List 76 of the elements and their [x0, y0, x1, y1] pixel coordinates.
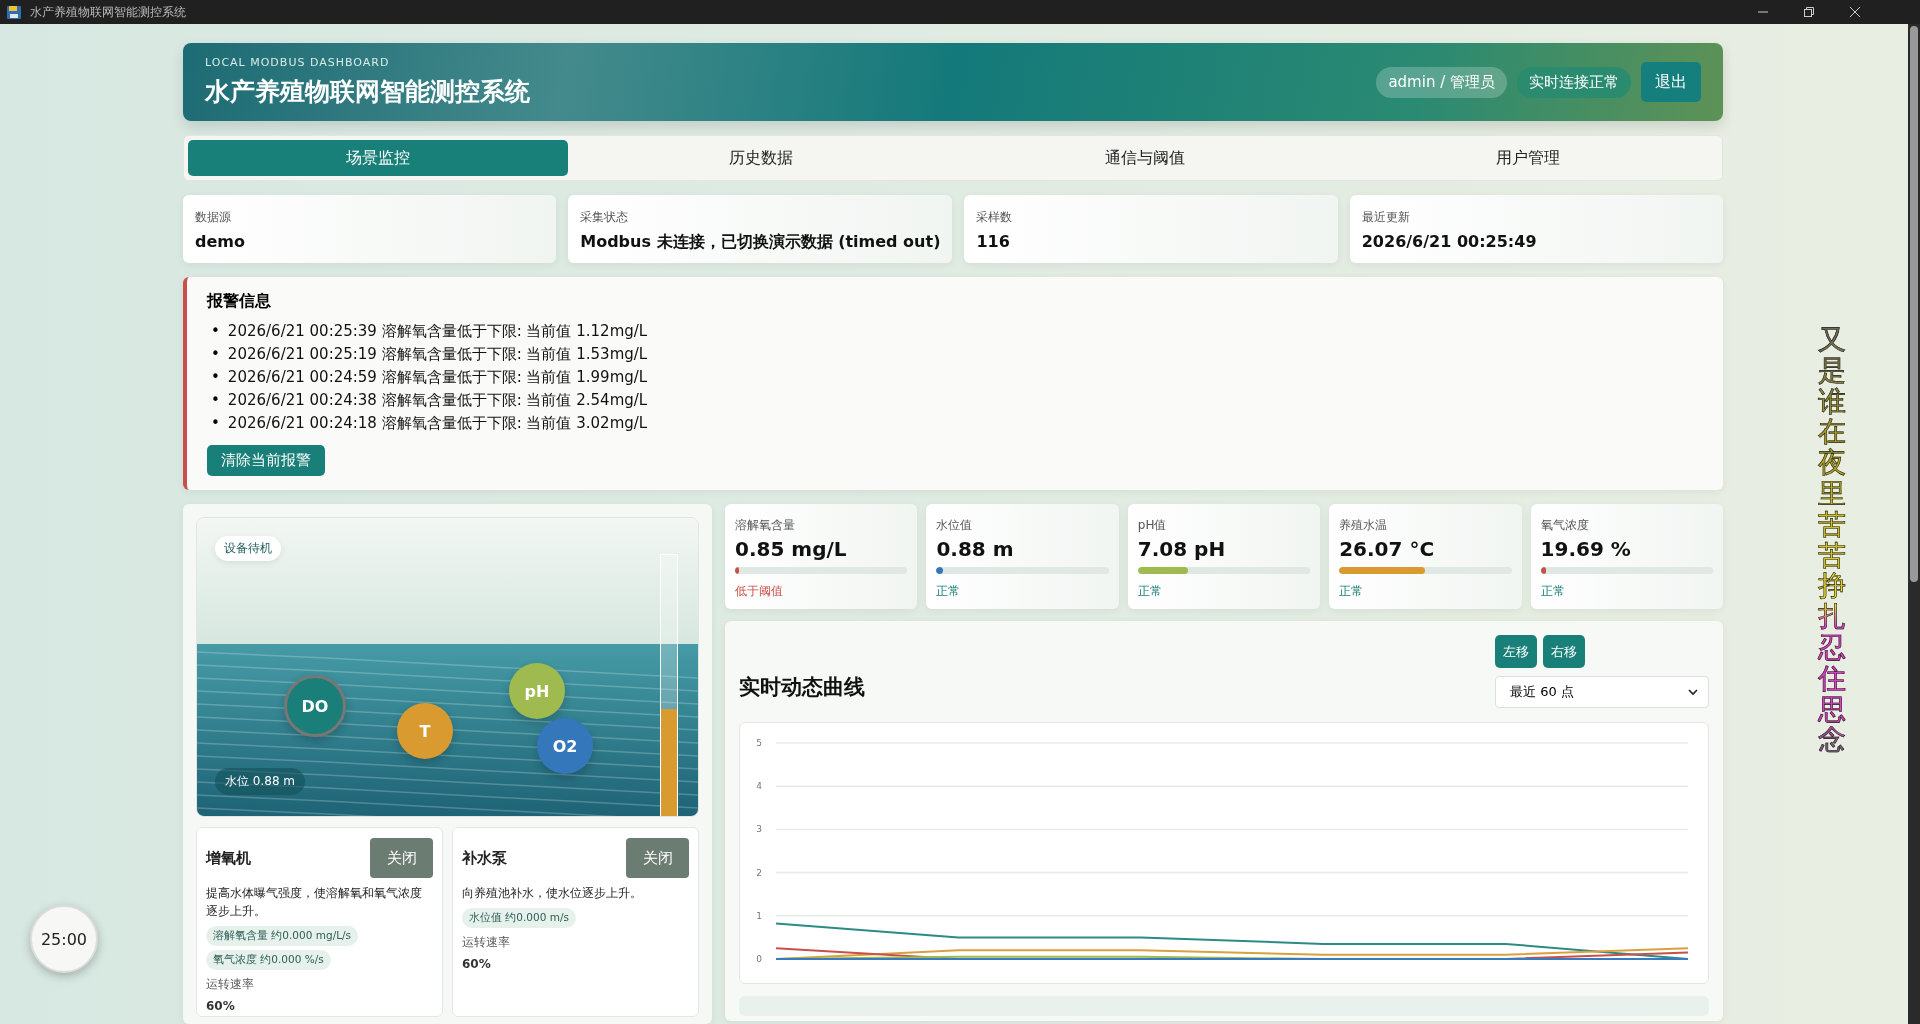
clear-alerts-button[interactable]: 清除当前报警: [207, 445, 325, 476]
alert-item: 2026/6/21 00:25:39 溶解氧含量低于下限: 当前值 1.12mg/L: [227, 321, 648, 342]
bullet: •: [211, 321, 220, 342]
shift-right-button[interactable]: 右移: [1543, 635, 1585, 668]
metric-value: 26.07 °C: [1339, 537, 1436, 561]
logout-button[interactable]: 退出: [1641, 62, 1701, 103]
alert-title: 报警信息: [207, 291, 271, 312]
chevron-down-icon: [1688, 688, 1698, 696]
metric-status: 低于阈值: [735, 583, 784, 600]
rate-value: 60%: [206, 999, 236, 1013]
info-value: demo: [195, 232, 246, 251]
rate-value: 60%: [462, 957, 492, 971]
bullet: •: [211, 367, 220, 388]
device-description: 提高水体曝气强度，使溶解氧和氧气浓度逐步上升。: [206, 885, 423, 920]
info-value: Modbus 未连接，已切换演示数据 (timed out): [580, 232, 941, 253]
info-label: 数据源: [195, 209, 232, 226]
metric-value: 0.85 mg/L: [735, 537, 848, 561]
bullet: •: [211, 344, 220, 365]
range-select[interactable]: 最近 60 点: [1495, 676, 1709, 708]
metric-value: 7.08 pH: [1137, 537, 1227, 561]
info-label: 采集状态: [580, 209, 630, 226]
rate-label: 运转速率: [462, 934, 511, 951]
metric-status: 正常: [1339, 583, 1365, 600]
chart-title: 实时动态曲线: [739, 674, 865, 701]
device-name: 补水泵: [462, 848, 507, 868]
y-tick-label: 0: [756, 954, 762, 964]
metric-label: 养殖水温: [1339, 517, 1389, 534]
device-toggle-button[interactable]: 关闭: [626, 838, 689, 878]
device-toggle-button[interactable]: 关闭: [370, 838, 433, 878]
shift-left-button[interactable]: 左移: [1495, 635, 1537, 668]
rate-chip: 氧气浓度 约0.000 %/s: [206, 950, 331, 970]
device-name: 增氧机: [206, 848, 251, 868]
close-icon[interactable]: [1850, 7, 1860, 17]
metric-label: pH值: [1137, 517, 1168, 534]
alert-item: 2026/6/21 00:24:18 溶解氧含量低于下限: 当前值 3.02mg/L: [227, 413, 648, 434]
tab[interactable]: 场景监控: [188, 140, 568, 176]
info-label: 采样数: [976, 209, 1014, 226]
y-tick-label: 1: [756, 910, 762, 921]
alert-item: 2026/6/21 00:25:19 溶解氧含量低于下限: 当前值 1.53mg/L: [227, 344, 648, 365]
rate-chip: 水位值 约0.000 m/s: [462, 908, 576, 928]
bullet: •: [211, 413, 220, 434]
tab[interactable]: 用户管理: [1338, 140, 1718, 176]
app-icon: [6, 4, 22, 20]
eyebrow-text: LOCAL MODBUS DASHBOARD: [205, 56, 391, 70]
info-value: 2026/6/21 00:25:49: [1361, 232, 1538, 251]
rate-label: 运转速率: [206, 976, 255, 993]
y-tick-label: 3: [756, 824, 762, 835]
timer-badge[interactable]: 25:00: [30, 905, 98, 973]
tab[interactable]: 通信与阈值: [955, 140, 1335, 176]
alert-item: 2026/6/21 00:24:38 溶解氧含量低于下限: 当前值 2.54mg/L: [227, 390, 648, 411]
status-pill: 设备待机: [215, 536, 281, 561]
restore-icon[interactable]: [1804, 7, 1814, 17]
metric-label: 水位值: [936, 517, 974, 534]
window-title: 水产养殖物联网智能测控系统: [30, 3, 186, 21]
tab[interactable]: 历史数据: [571, 140, 951, 176]
connection-pill: 实时连接正常: [1517, 66, 1631, 98]
device-description: 向养殖池补水，使水位逐步上升。: [462, 885, 643, 902]
scrollbar[interactable]: [1908, 24, 1920, 1024]
metric-label: 氧气浓度: [1540, 517, 1590, 534]
metric-status: 正常: [1137, 583, 1163, 600]
rate-chip: 溶解氧含量 约0.000 mg/L/s: [206, 926, 359, 946]
metric-value: 0.88 m: [936, 537, 1015, 561]
info-label: 最近更新: [1361, 209, 1411, 226]
bullet: •: [211, 390, 220, 411]
metric-value: 19.69 %: [1540, 537, 1632, 561]
metric-label: 溶解氧含量: [735, 517, 796, 534]
y-tick-label: 2: [756, 867, 762, 878]
metric-status: 正常: [936, 583, 962, 600]
info-value: 116: [976, 232, 1011, 251]
user-pill: admin / 管理员: [1376, 66, 1507, 98]
y-tick-label: 5: [756, 738, 762, 748]
water-level-pill: 水位 0.88 m: [215, 768, 306, 795]
y-tick-label: 4: [756, 781, 762, 792]
metric-status: 正常: [1540, 583, 1566, 600]
app-title: 水产养殖物联网智能测控系统: [205, 76, 530, 109]
alert-item: 2026/6/21 00:24:59 溶解氧含量低于下限: 当前值 1.99mg/L: [227, 367, 648, 388]
